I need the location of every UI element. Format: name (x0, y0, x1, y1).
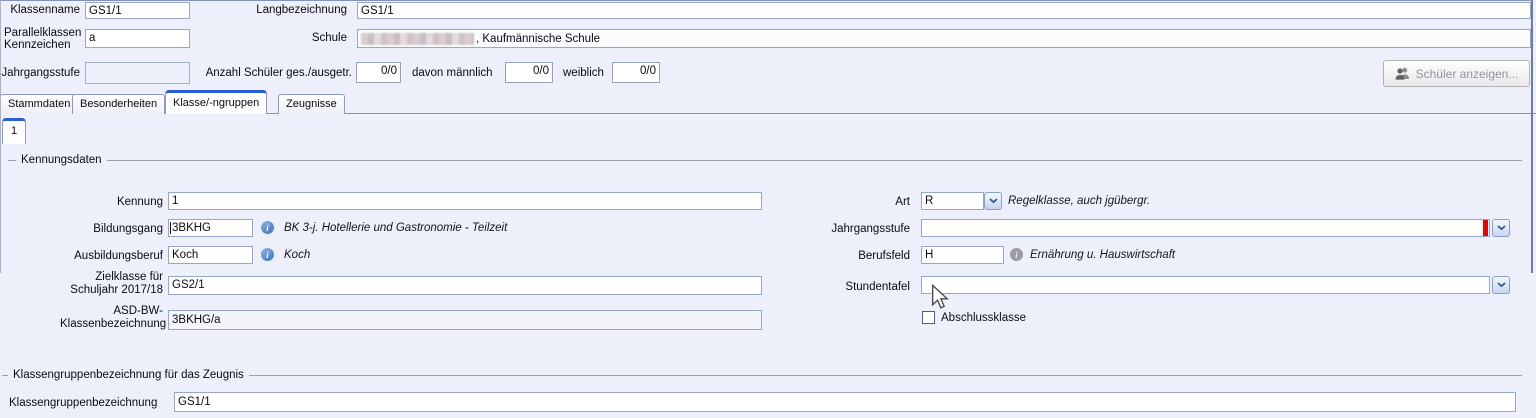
chevron-down-icon (1497, 225, 1506, 231)
kennung-input[interactable]: 1 (168, 192, 762, 210)
mouse-cursor (930, 284, 949, 313)
bildungsgang-hint: BK 3-j. Hotellerie und Gastronomie - Tei… (284, 222, 507, 235)
text-caret (170, 222, 171, 234)
asdbw-label-line1: ASD-BW- (60, 305, 163, 318)
stundentafel-combobox[interactable] (921, 276, 1490, 294)
bildungsgang-info-icon[interactable]: i (261, 221, 274, 234)
chevron-down-icon (1497, 282, 1506, 288)
jahrgangsstufe-combobox[interactable] (921, 219, 1490, 237)
ausbildungsberuf-input[interactable]: Koch (168, 246, 253, 264)
jahrgangsstufe-label: Jahrgangsstufe (810, 223, 910, 236)
art-combobox[interactable]: R (921, 192, 984, 210)
bildungsgang-input[interactable]: 3BKHG (168, 219, 253, 237)
stundentafel-label: Stundentafel (810, 281, 910, 294)
berufsfeld-label: Berufsfeld (810, 250, 910, 263)
klassengruppen-label: Klassengruppenbezeichnung (9, 397, 157, 410)
art-hint: Regelklasse, auch jgübergr. (1008, 195, 1150, 208)
tab-klasse-ngruppen[interactable]: Klasse/-ngruppen (165, 90, 267, 114)
zielklasse-label-line2: Schuljahr 2017/18 (60, 284, 163, 297)
chevron-down-icon (989, 198, 998, 204)
validation-marker (1483, 220, 1488, 236)
kennungsdaten-groupline (8, 160, 1522, 161)
asdbw-label-line2: Klassenbezeichnung (60, 318, 163, 331)
art-dropdown-button[interactable] (984, 192, 1002, 210)
jahrgangsstufe-dropdown-button[interactable] (1492, 219, 1510, 237)
zielklasse-label-line1: Zielklasse für (60, 271, 163, 284)
kennungsdaten-legend: Kennungsdaten (16, 154, 107, 166)
subtab-1[interactable]: 1 (2, 118, 26, 144)
berufsfeld-info-icon: i (1010, 248, 1023, 261)
zielklasse-input[interactable]: GS2/1 (168, 276, 762, 295)
art-label: Art (810, 196, 910, 209)
ausbildungsberuf-label: Ausbildungsberuf (60, 250, 163, 263)
ausbildungsberuf-hint: Koch (284, 249, 310, 262)
klassengruppen-input[interactable]: GS1/1 (174, 392, 1516, 412)
bildungsgang-label: Bildungsgang (60, 223, 163, 236)
stundentafel-dropdown-button[interactable] (1492, 276, 1510, 294)
zeugnis-legend: Klassengruppenbezeichnung für das Zeugni… (8, 369, 249, 381)
berufsfeld-input[interactable]: H (921, 246, 1004, 264)
ausbildungsberuf-info-icon[interactable]: i (261, 248, 274, 261)
abschlussklasse-label: Abschlussklasse (941, 312, 1026, 325)
asdbw-input: 3BKHG/a (168, 310, 762, 330)
berufsfeld-hint: Ernährung u. Hauswirtschaft (1030, 249, 1175, 262)
kennung-label: Kennung (60, 196, 163, 209)
